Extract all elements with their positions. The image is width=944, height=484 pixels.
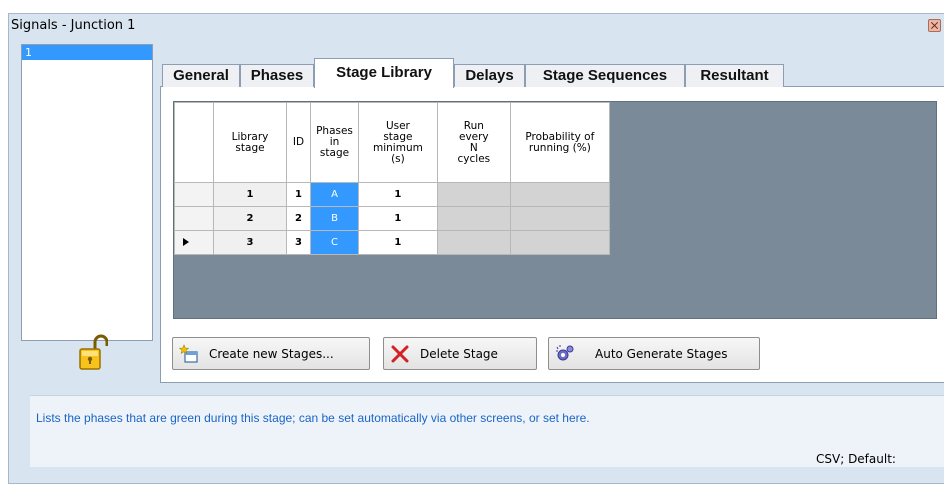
cell-run-every-n[interactable] [436,206,511,231]
cell-id[interactable]: 2 [286,206,311,231]
row-header[interactable] [174,206,214,231]
cell-library-stage[interactable]: 2 [213,206,287,231]
cell-phases[interactable]: C [310,230,359,255]
cell-probability[interactable] [509,182,610,207]
stage-library-grid[interactable]: Library stage ID Phases in stage User st… [174,102,610,255]
hint-text: Lists the phases that are green during t… [36,411,590,425]
cell-id[interactable]: 1 [286,182,311,207]
new-stage-icon [179,343,198,363]
title-bar: Signals - Junction 1 [8,13,944,37]
tab-stage-sequences[interactable]: Stage Sequences [525,64,685,87]
tab-general[interactable]: General [162,64,240,87]
delete-stage-button[interactable]: Delete Stage [383,337,537,370]
hint-panel [30,395,944,467]
cell-library-stage[interactable]: 3 [213,230,287,255]
auto-generate-icon [556,344,574,360]
cell-probability[interactable] [509,230,610,255]
unlocked-padlock-icon[interactable] [78,333,108,371]
create-new-stages-button[interactable]: Create new Stages... [172,337,370,370]
delete-stage-label: Delete Stage [420,346,498,361]
cell-user-minimum[interactable]: 1 [358,182,438,207]
cell-phases[interactable]: B [310,206,359,231]
cell-probability[interactable] [509,206,610,231]
row-header[interactable] [174,230,214,255]
row-header[interactable] [174,182,214,207]
cell-phases[interactable]: A [310,182,359,207]
junction-list[interactable]: 1 [21,44,153,341]
cell-id[interactable]: 3 [286,230,311,255]
grid-corner-header [174,102,214,183]
red-x-icon [391,345,409,362]
cell-user-minimum[interactable]: 1 [358,230,438,255]
cell-run-every-n[interactable] [436,230,511,255]
auto-generate-stages-label: Auto Generate Stages [595,346,728,361]
column-header-run-every-n-cycles[interactable]: Run every N cycles [436,102,511,183]
column-header-phases-in-stage[interactable]: Phases in stage [310,102,359,183]
window-title: Signals - Junction 1 [11,18,136,33]
create-new-stages-label: Create new Stages... [209,346,334,361]
close-icon[interactable] [928,19,941,32]
junction-list-item[interactable]: 1 [22,45,152,60]
cell-run-every-n[interactable] [436,182,511,207]
column-header-user-stage-minimum[interactable]: User stage minimum (s) [358,102,438,183]
column-header-library-stage[interactable]: Library stage [213,102,287,183]
table-row[interactable]: 1 1 A 1 [174,182,610,207]
tab-phases[interactable]: Phases [240,64,314,87]
cell-user-minimum[interactable]: 1 [358,206,438,231]
column-header-id[interactable]: ID [286,102,311,183]
table-row[interactable]: 3 3 C 1 [174,230,610,255]
tab-delays[interactable]: Delays [454,64,525,87]
cell-library-stage[interactable]: 1 [213,182,287,207]
table-row[interactable]: 2 2 B 1 [174,206,610,231]
column-header-probability[interactable]: Probability of running (%) [509,102,610,183]
tab-resultant[interactable]: Resultant [685,64,784,87]
csv-default-label: CSV; Default: [816,452,896,466]
row-pointer-icon [183,238,189,246]
tab-stage-library[interactable]: Stage Library [314,58,454,88]
auto-generate-stages-button[interactable]: Auto Generate Stages [548,337,760,370]
